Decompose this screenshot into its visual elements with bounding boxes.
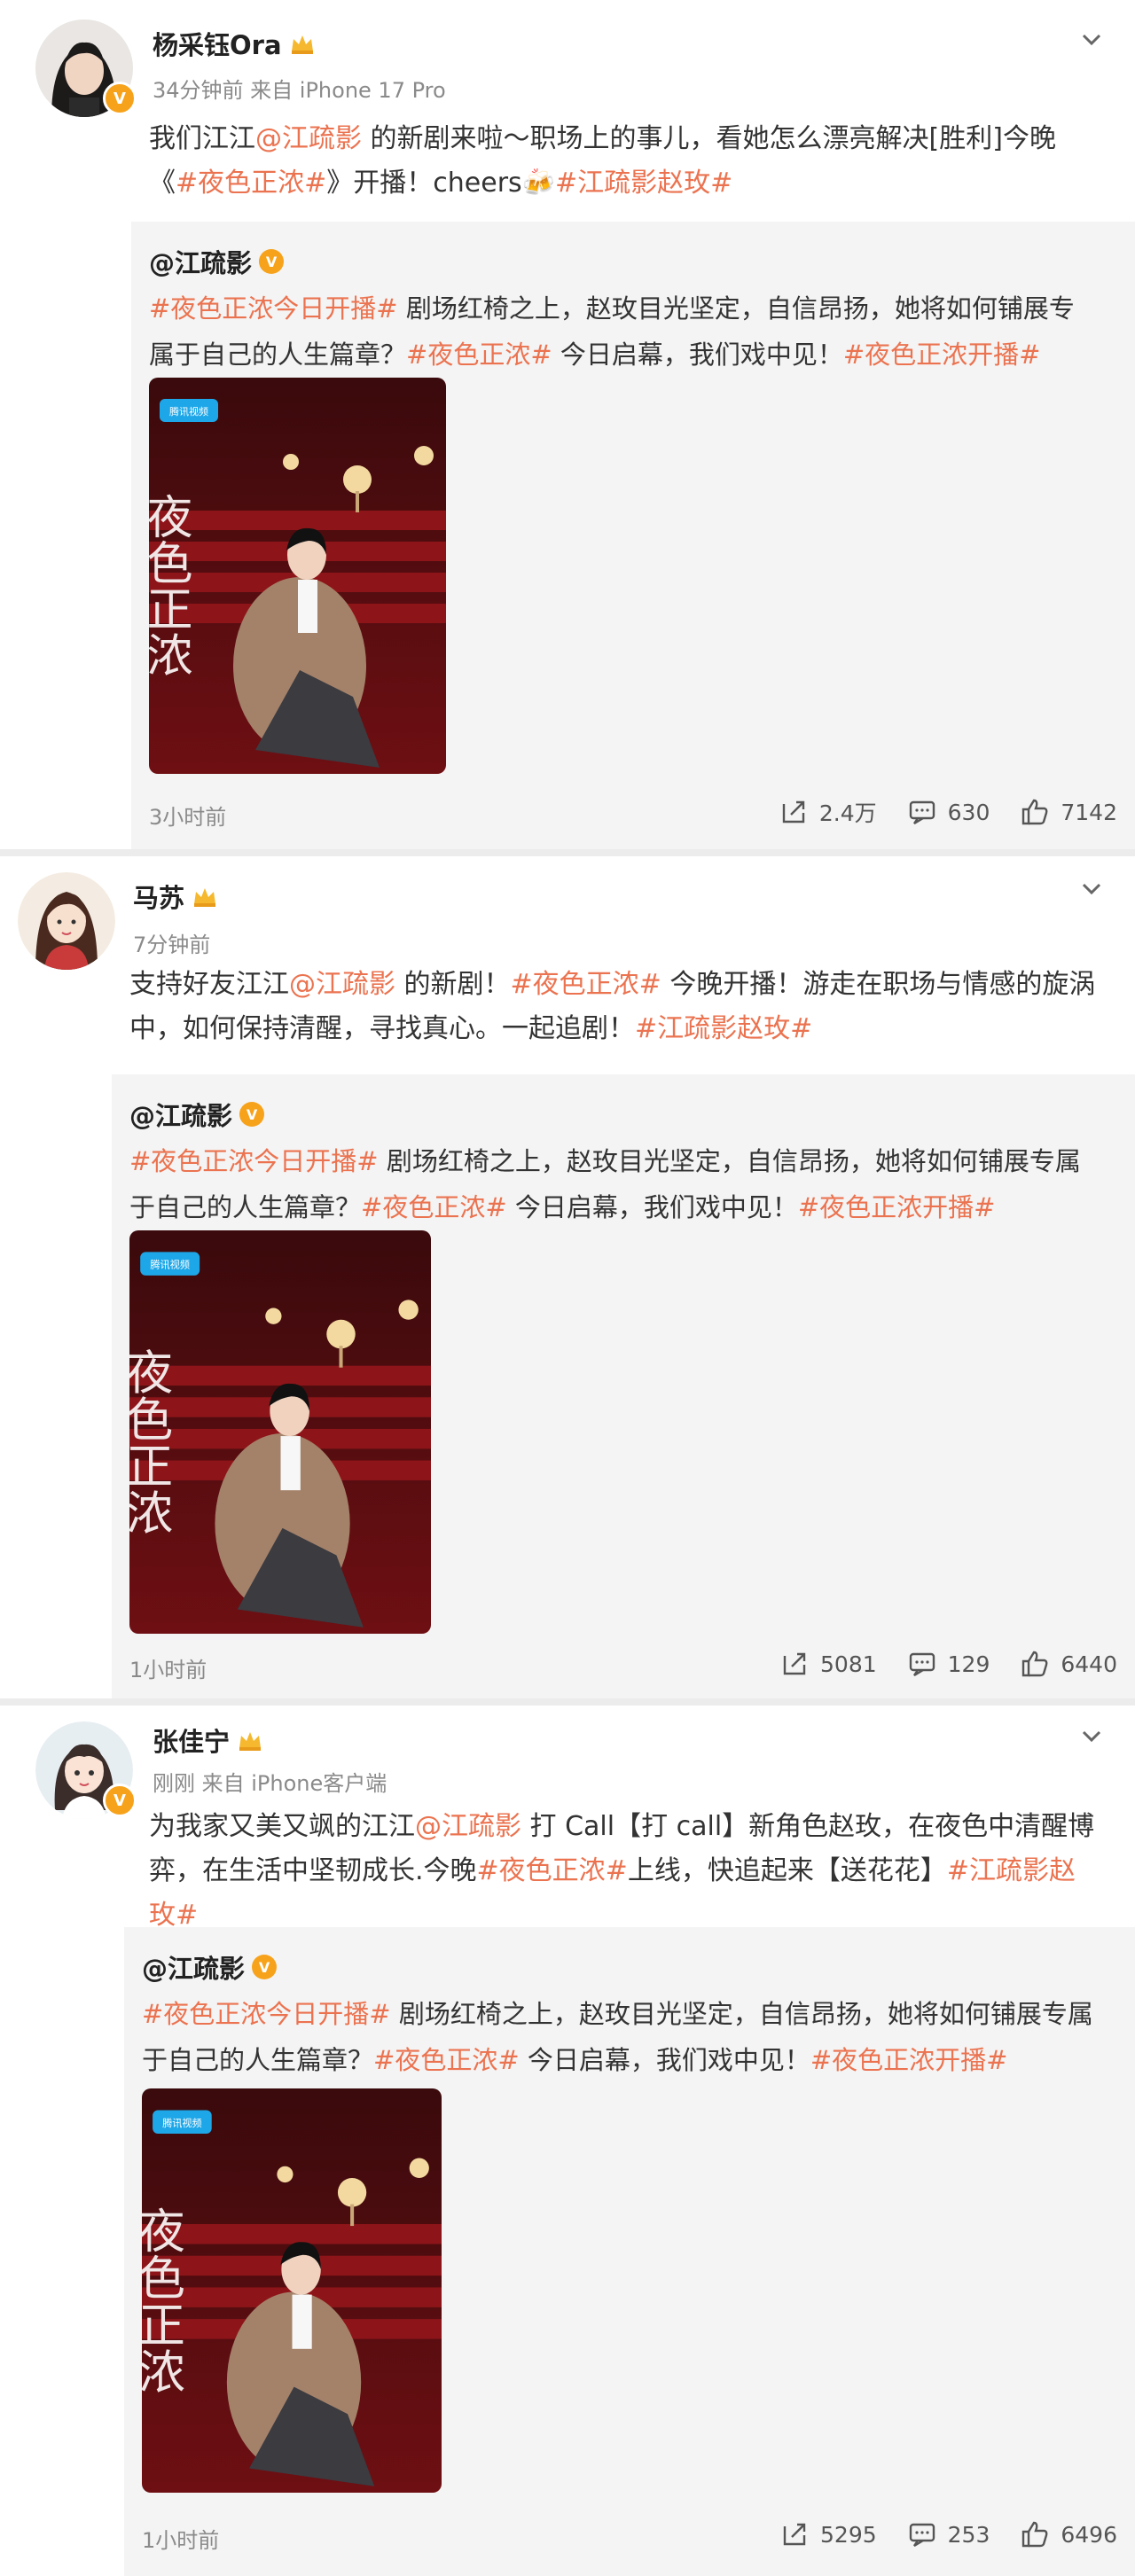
chevron-down-icon[interactable] xyxy=(1078,876,1105,902)
hashtag-link[interactable]: #夜色正浓今日开播# xyxy=(142,1999,391,2029)
poster-image[interactable]: 腾讯视频 夜色正浓 xyxy=(142,2088,442,2493)
repost-card[interactable]: @江疏影 V #夜色正浓今日开播# 剧场红椅之上，赵玫目光坚定，自信昂扬，她将如… xyxy=(131,222,1135,849)
chevron-down-icon[interactable] xyxy=(1078,27,1105,53)
repost-action[interactable]: 5295 xyxy=(779,2519,877,2549)
repost-text: #夜色正浓今日开播# 剧场红椅之上，赵玫目光坚定，自信昂扬，她将如何铺展专属于自… xyxy=(142,1999,1093,2075)
comment-icon xyxy=(909,1652,935,1677)
verified-badge-icon: V xyxy=(103,1784,137,1817)
mention-link[interactable]: @江疏影 xyxy=(255,123,362,154)
author-name-text[interactable]: 杨采钰Ora xyxy=(153,25,282,62)
verified-badge-icon: V xyxy=(239,1102,265,1127)
poster-title-text: 夜色正浓 xyxy=(142,2206,184,2394)
repost-action[interactable]: 2.4万 xyxy=(779,796,877,828)
post-text: 我们江江@江疏影 的新剧来啦～职场上的事儿，看她怎么漂亮解决[胜利]今晚《#夜色… xyxy=(149,123,1056,199)
author-name-text[interactable]: 张佳宁 xyxy=(153,1721,230,1759)
poster-brand-text: 腾讯视频 xyxy=(150,1259,190,1271)
like-action[interactable]: 6496 xyxy=(1020,2519,1117,2549)
repost-text: #夜色正浓今日开播# 剧场红椅之上，赵玫目光坚定，自信昂扬，她将如何铺展专属于自… xyxy=(149,293,1075,370)
hashtag-link[interactable]: #夜色正浓# xyxy=(406,340,552,370)
verified-badge-icon: V xyxy=(259,249,285,274)
author-name[interactable]: 马苏 xyxy=(133,878,218,915)
comment-icon xyxy=(909,2523,935,2548)
mention-link[interactable]: @江疏影 xyxy=(415,1811,521,1842)
post-card: V 张佳宁 刚刚 来自 iPhone客户端 为我家又美又飒的江江@江疏影 打 C… xyxy=(0,1706,1135,2576)
poster-title-text: 夜色正浓 xyxy=(129,1347,173,1535)
post-card: 马苏 7分钟前 支持好友江江@江疏影 的新剧！#夜色正浓# 今晚开播！游走在职场… xyxy=(0,856,1135,1698)
comment-action[interactable]: 129 xyxy=(907,1649,990,1679)
hashtag-link[interactable]: #江疏影赵玫# xyxy=(555,168,732,199)
verified-badge-icon: V xyxy=(103,82,137,115)
hashtag-link[interactable]: #夜色正浓# xyxy=(361,1192,507,1222)
repost-text: #夜色正浓今日开播# 剧场红椅之上，赵玫目光坚定，自信昂扬，她将如何铺展专属于自… xyxy=(129,1146,1081,1222)
divider xyxy=(0,849,1135,856)
hashtag-link[interactable]: #江疏影赵玫# xyxy=(635,1013,812,1044)
post-card: V 杨采钰Ora 34分钟前 来自 iPhone 17 Pro 我们江江@江疏影… xyxy=(0,0,1135,849)
repost-icon xyxy=(783,2523,806,2546)
crown-icon xyxy=(194,888,216,907)
like-icon xyxy=(1022,799,1048,825)
timestamp: 1小时前 xyxy=(129,1658,207,1682)
avatar[interactable] xyxy=(18,872,115,970)
timestamp: 3小时前 xyxy=(149,805,227,830)
repost-icon xyxy=(783,1652,806,1675)
poster-title-text: 夜色正浓 xyxy=(149,493,192,677)
author-name[interactable]: 张佳宁 xyxy=(153,1721,263,1759)
hashtag-link[interactable]: #夜色正浓今日开播# xyxy=(149,293,398,324)
hashtag-link[interactable]: #夜色正浓# xyxy=(477,1855,628,1886)
like-action[interactable]: 7142 xyxy=(1020,797,1117,827)
hashtag-link[interactable]: #夜色正浓今日开播# xyxy=(129,1146,379,1176)
author-name[interactable]: 杨采钰Ora xyxy=(153,25,316,62)
avatar[interactable]: V xyxy=(35,20,137,117)
repost-author[interactable]: @江疏影 V xyxy=(129,1096,265,1133)
hashtag-link[interactable]: #夜色正浓开播# xyxy=(810,2045,1008,2075)
stats-bar: 2.4万 630 7142 xyxy=(779,796,1117,828)
comment-action[interactable]: 630 xyxy=(907,797,990,827)
hashtag-link[interactable]: #夜色正浓# xyxy=(373,2045,520,2075)
repost-action[interactable]: 5081 xyxy=(779,1649,877,1679)
avatar[interactable]: V xyxy=(35,1721,137,1819)
repost-icon xyxy=(782,800,805,824)
like-action[interactable]: 6440 xyxy=(1020,1649,1117,1679)
author-name-text[interactable]: 马苏 xyxy=(133,878,184,915)
hashtag-link[interactable]: #夜色正浓开播# xyxy=(843,340,1041,370)
post-meta: 34分钟前 来自 iPhone 17 Pro xyxy=(153,78,446,103)
stats-bar: 5295 253 6496 xyxy=(779,2519,1117,2549)
post-text: 支持好友江江@江疏影 的新剧！#夜色正浓# 今晚开播！游走在职场与情感的旋涡中，… xyxy=(129,969,1096,1044)
comment-action[interactable]: 253 xyxy=(907,2519,990,2549)
repost-author[interactable]: @江疏影 V xyxy=(149,243,285,280)
divider xyxy=(0,1698,1135,1706)
verified-badge-icon: V xyxy=(252,1955,278,1979)
chevron-down-icon[interactable] xyxy=(1078,1723,1105,1750)
poster-image[interactable]: 腾讯视频 夜色正浓 xyxy=(129,1230,431,1634)
timestamp: 1小时前 xyxy=(142,2528,220,2553)
hashtag-link[interactable]: #夜色正浓# xyxy=(511,969,661,1000)
stats-bar: 5081 129 6440 xyxy=(779,1649,1117,1679)
mention-link[interactable]: @江疏影 xyxy=(289,969,395,1000)
comment-icon xyxy=(909,800,935,825)
repost-card[interactable]: @江疏影 V #夜色正浓今日开播# 剧场红椅之上，赵玫目光坚定，自信昂扬，她将如… xyxy=(124,1927,1135,2576)
like-icon xyxy=(1022,2521,1048,2548)
like-icon xyxy=(1022,1651,1048,1677)
repost-card[interactable]: @江疏影 V #夜色正浓今日开播# 剧场红椅之上，赵玫目光坚定，自信昂扬，她将如… xyxy=(112,1074,1135,1698)
crown-icon xyxy=(291,35,313,54)
post-meta: 刚刚 来自 iPhone客户端 xyxy=(153,1771,387,1796)
post-text: 为我家又美又飒的江江@江疏影 打 Call【打 call】新角色赵玫，在夜色中清… xyxy=(149,1811,1095,1931)
crown-icon xyxy=(239,1732,262,1751)
poster-image[interactable]: 腾讯视频 夜色正浓 xyxy=(149,378,446,774)
cheers-emoji: 🍻 xyxy=(521,168,556,199)
hashtag-link[interactable]: #夜色正浓# xyxy=(176,168,326,199)
poster-brand-text: 腾讯视频 xyxy=(162,2117,201,2129)
poster-brand-text: 腾讯视频 xyxy=(169,405,208,418)
hashtag-link[interactable]: #夜色正浓开播# xyxy=(798,1192,996,1222)
post-meta: 7分钟前 xyxy=(133,933,211,957)
repost-author[interactable]: @江疏影 V xyxy=(142,1948,278,1986)
